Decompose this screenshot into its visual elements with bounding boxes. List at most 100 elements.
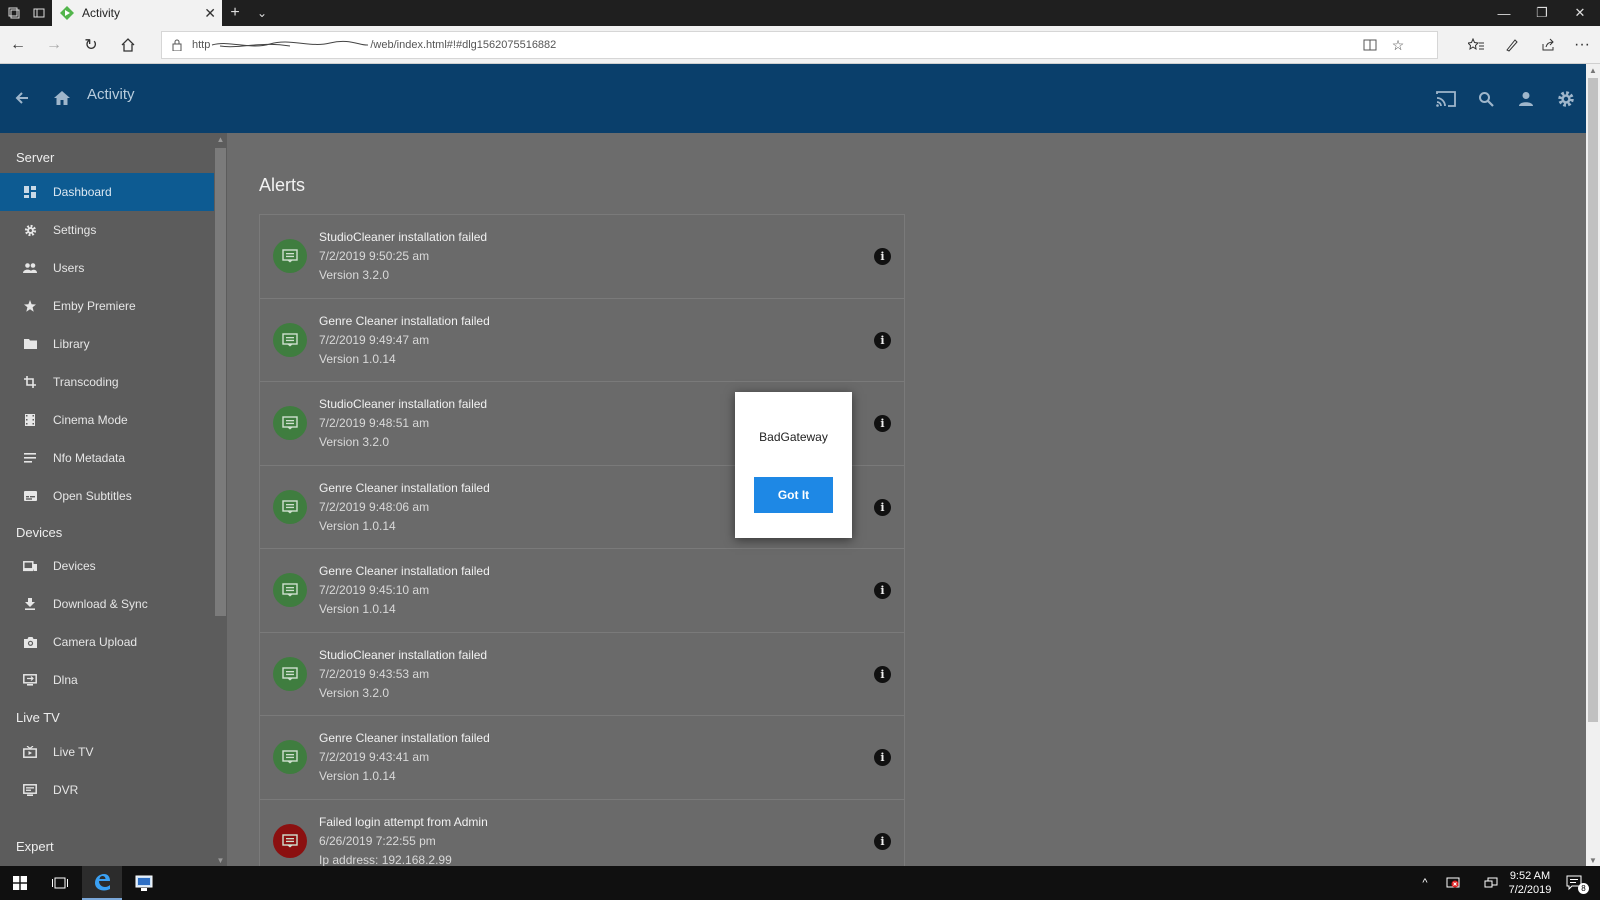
url-suffix: /web/index.html#!#dlg1562075516882 [370, 39, 557, 51]
pen-notes-icon[interactable] [1494, 26, 1530, 64]
sidebar-item-settings[interactable]: Settings [0, 211, 214, 249]
subtitles-icon [23, 489, 37, 503]
browser-back-icon[interactable]: ← [0, 26, 36, 64]
sidebar-item-dlna[interactable]: Dlna [0, 661, 214, 699]
sidebar-item-users[interactable]: Users [0, 249, 214, 287]
dashboard-icon [23, 185, 37, 199]
sidebar-item-emby-premiere[interactable]: Emby Premiere [0, 287, 214, 325]
gear-icon [23, 223, 37, 237]
back-arrow-icon[interactable] [8, 84, 36, 112]
sidebar-item-download-sync[interactable]: Download & Sync [0, 585, 214, 623]
alert-detail: Version 3.2.0 [319, 685, 390, 700]
sidebar-item-label: Users [53, 261, 85, 275]
dialog-message: BadGateway [759, 430, 828, 444]
alert-detail: Version 1.0.14 [319, 602, 396, 616]
info-icon[interactable]: i [874, 415, 891, 432]
info-icon[interactable]: i [874, 582, 891, 599]
browser-tab-activity[interactable]: Activity ✕ [52, 0, 222, 26]
scroll-down-icon[interactable]: ▼ [214, 854, 227, 866]
alert-row[interactable]: Genre Cleaner installation failed 7/2/201… [260, 299, 904, 382]
info-icon[interactable]: i [874, 498, 891, 516]
sidebar-item-nfo-metadata[interactable]: Nfo Metadata [0, 439, 214, 477]
alert-row[interactable]: StudioCleaner installation failed 7/2/201… [260, 633, 904, 716]
info-icon[interactable]: i [874, 331, 891, 349]
share-icon[interactable] [1530, 26, 1566, 64]
sidebar-item-cinema-mode[interactable]: Cinema Mode [0, 401, 214, 439]
alert-row[interactable]: Failed login attempt from Admin 6/26/2019… [260, 800, 904, 866]
sidebar-scrollbar[interactable]: ▲ ▼ [214, 133, 227, 866]
gear-icon[interactable] [1551, 84, 1581, 114]
sidebar-section-live-tv: Live TV [16, 710, 60, 725]
sidebar-item-label: Download & Sync [53, 597, 148, 611]
chevron-down-icon[interactable]: ⌄ [250, 0, 274, 26]
got-it-button[interactable]: Got It [754, 477, 833, 513]
windows-start-icon[interactable] [0, 866, 40, 900]
sidebar-item-library[interactable]: Library [0, 325, 214, 363]
sidebar-item-devices[interactable]: Devices [0, 547, 214, 585]
windows-taskbar: ^ 9:52 AM 7/2/2019 8 [0, 866, 1600, 900]
alert-message-icon [273, 740, 307, 774]
dvr-icon [23, 783, 37, 797]
tray-chevron-up-icon[interactable]: ^ [1412, 866, 1438, 900]
cast-icon[interactable] [1431, 84, 1461, 114]
home-icon[interactable] [48, 84, 76, 112]
close-window-icon[interactable]: ✕ [1562, 0, 1598, 26]
alert-row[interactable]: Genre Cleaner installation failed 7/2/201… [260, 716, 904, 800]
page-scrollbar[interactable]: ▲ ▼ [1586, 64, 1600, 866]
task-view-icon[interactable] [40, 866, 80, 900]
dlna-icon [23, 673, 37, 687]
tray-alert-icon[interactable] [1438, 866, 1468, 900]
user-icon[interactable] [1511, 84, 1541, 114]
app-icon[interactable] [124, 866, 164, 900]
search-icon[interactable] [1471, 84, 1501, 114]
more-options-icon[interactable]: ··· [1564, 26, 1600, 64]
refresh-icon[interactable]: ↻ [73, 26, 109, 64]
info-icon[interactable]: i [874, 248, 891, 265]
sidebar-item-label: Cinema Mode [53, 413, 128, 427]
new-tab-icon[interactable]: + [223, 0, 247, 26]
scroll-up-icon[interactable]: ▲ [214, 133, 227, 145]
alert-title: Genre Cleaner installation failed [319, 480, 490, 495]
scroll-up-icon[interactable]: ▲ [1586, 64, 1600, 76]
sidebar-item-label: Open Subtitles [53, 489, 132, 503]
info-icon[interactable]: i [874, 749, 891, 766]
reading-view-icon[interactable] [1356, 32, 1384, 58]
page-scrollbar-thumb[interactable] [1588, 78, 1598, 722]
action-center-icon[interactable]: 8 [1558, 866, 1592, 900]
info-icon[interactable]: i [874, 665, 891, 683]
alert-row[interactable]: StudioCleaner installation failed 7/2/201… [260, 215, 904, 299]
star-icon [23, 299, 37, 313]
sidebar-item-label: Dlna [53, 673, 78, 687]
alert-date: 7/2/2019 9:48:06 am [319, 499, 430, 514]
alert-date: 7/2/2019 9:43:41 am [319, 750, 430, 764]
sidebar-item-camera-upload[interactable]: Camera Upload [0, 623, 214, 661]
sidebar-item-transcoding[interactable]: Transcoding [0, 363, 214, 401]
home-icon[interactable] [110, 26, 146, 64]
browser-forward-icon[interactable]: → [36, 26, 72, 64]
edge-browser-icon[interactable] [82, 866, 122, 900]
alert-message-icon [273, 406, 307, 440]
alert-date: 7/2/2019 9:48:51 am [319, 416, 430, 430]
close-tab-icon[interactable]: ✕ [204, 5, 216, 22]
favorites-hub-icon[interactable] [1458, 26, 1494, 64]
sidebar-item-label: Live TV [53, 745, 94, 759]
alert-row[interactable]: Genre Cleaner installation failed 7/2/201… [260, 549, 904, 633]
scroll-down-icon[interactable]: ▼ [1586, 854, 1600, 866]
alert-message-icon [273, 573, 307, 607]
address-bar[interactable]: http/web/index.html#!#dlg1562075516882 ☆ [161, 31, 1438, 59]
minimize-icon[interactable]: — [1486, 0, 1522, 26]
sidebar-item-dvr[interactable]: DVR [0, 771, 214, 809]
sidebar-item-dashboard[interactable]: Dashboard [0, 173, 214, 211]
set-tabs-aside-icon[interactable] [27, 0, 51, 26]
sidebar-section-server: Server [16, 150, 55, 165]
info-icon[interactable]: i [874, 832, 891, 850]
alert-title: StudioCleaner installation failed [319, 230, 488, 244]
alert-message-icon [273, 489, 307, 524]
tab-actions-icon[interactable] [2, 0, 26, 26]
sidebar-item-live-tv[interactable]: Live TV [0, 733, 214, 771]
sidebar-item-open-subtitles[interactable]: Open Subtitles [0, 477, 214, 515]
sidebar-item-label: Devices [53, 559, 96, 573]
sidebar-scrollbar-thumb[interactable] [215, 148, 226, 616]
restore-icon[interactable]: ❐ [1524, 0, 1560, 26]
favorite-star-icon[interactable]: ☆ [1384, 32, 1412, 58]
